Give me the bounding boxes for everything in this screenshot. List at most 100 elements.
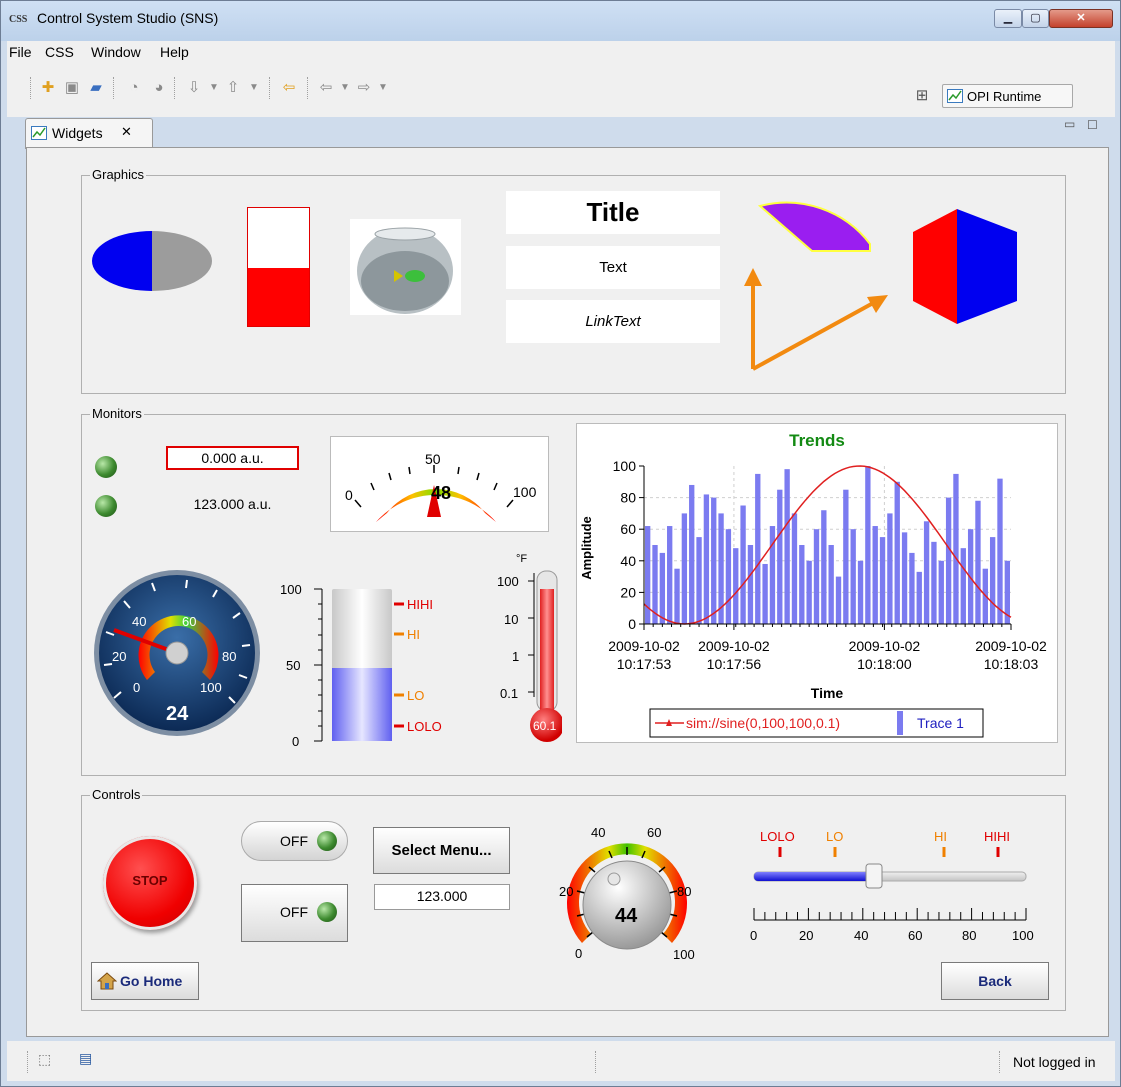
tank-tick-label: 0 xyxy=(292,734,299,749)
fast-view-icon[interactable]: ⬚ xyxy=(38,1051,51,1068)
thermometer-tick-label: 10 xyxy=(504,612,518,627)
rectangle-widget xyxy=(247,207,310,327)
trace-bar xyxy=(879,537,886,624)
toolbar-separator xyxy=(307,77,309,99)
open-folder-icon[interactable]: ▰ xyxy=(87,79,105,97)
slider-tick-label: 100 xyxy=(1012,928,1034,943)
trace-bar xyxy=(975,500,981,624)
chevron-down-icon[interactable]: ▼ xyxy=(336,79,354,97)
trace-bar xyxy=(835,576,842,624)
stop-button-label: STOP xyxy=(132,873,168,888)
thermometer-value: 60.1 xyxy=(533,719,557,733)
slider-tick-label: 60 xyxy=(908,928,922,943)
gauge-tick-label: 60 xyxy=(182,614,196,629)
tank-fill xyxy=(332,668,392,741)
search-previous-icon[interactable]: ◕ xyxy=(150,79,168,97)
trace-bar xyxy=(703,494,710,624)
save-icon[interactable]: ▣ xyxy=(63,79,81,97)
knob-tick-label: 20 xyxy=(559,884,573,899)
arrow-widgets xyxy=(744,268,888,371)
status-separator xyxy=(999,1051,1001,1073)
previous-annotation-icon[interactable]: ⇧ xyxy=(224,79,242,97)
trace-bar xyxy=(799,545,805,624)
link-label[interactable]: LinkText xyxy=(506,300,720,343)
trace-bar xyxy=(681,513,688,624)
x-tick-label: 10:17:56 xyxy=(707,656,762,672)
chevron-down-icon[interactable]: ▼ xyxy=(205,79,223,97)
x-tick-label: 10:18:00 xyxy=(857,656,912,672)
back-arrow-icon[interactable]: ⇦ xyxy=(317,79,335,97)
tank-tick-label: 100 xyxy=(280,582,302,597)
minimize-button[interactable]: ▁ xyxy=(994,9,1022,28)
trace-bar xyxy=(806,560,812,624)
knob-widget[interactable]: 44 0 20 40 60 80 100 xyxy=(557,821,697,961)
trace-bar xyxy=(762,563,768,624)
search-icon[interactable]: ◔ xyxy=(125,79,143,97)
trace-bar xyxy=(813,529,820,624)
maximize-icon: ▢ xyxy=(1030,12,1041,24)
close-button[interactable]: ✕ xyxy=(1049,9,1113,28)
menu-window[interactable]: Window xyxy=(91,44,141,60)
alarm-label-hi: HI xyxy=(934,829,947,844)
menu-css[interactable]: CSS xyxy=(45,44,74,60)
meter-value: 48 xyxy=(431,483,452,503)
thermometer-tick-label: 0.1 xyxy=(500,686,518,701)
menu-file[interactable]: File xyxy=(9,44,32,60)
stop-button[interactable]: STOP xyxy=(103,836,197,930)
forward-arrow-icon[interactable]: ⇨ xyxy=(355,79,373,97)
select-menu-button[interactable]: Select Menu... xyxy=(373,827,510,874)
chart-legend: sim://sine(0,100,100,0.1) Trace 1 xyxy=(649,708,984,738)
tab-label: Widgets xyxy=(52,125,103,141)
slider-thumb[interactable] xyxy=(865,863,883,889)
maximize-view-icon[interactable]: ☐ xyxy=(1087,118,1098,132)
toolbar-separator xyxy=(113,77,115,99)
open-perspective-icon[interactable]: ⊞ xyxy=(913,87,931,105)
knob-tick-label: 100 xyxy=(673,947,695,961)
meter-tick-label: 50 xyxy=(425,451,441,467)
toggle-button[interactable]: OFF xyxy=(241,884,348,942)
trace-bar xyxy=(931,541,937,624)
toggle-button[interactable]: OFF xyxy=(241,821,348,861)
close-icon[interactable]: ✕ xyxy=(121,124,132,140)
trace-bar xyxy=(828,545,834,624)
status-separator xyxy=(595,1051,597,1073)
next-annotation-icon[interactable]: ⇩ xyxy=(185,79,203,97)
menu-help[interactable]: Help xyxy=(160,44,189,60)
window-title: Control System Studio (SNS) xyxy=(37,10,219,26)
maximize-button[interactable]: ▢ xyxy=(1022,9,1049,28)
trace-bar xyxy=(901,532,908,624)
fishbowl-image xyxy=(350,219,461,315)
trace-bar xyxy=(740,505,746,624)
toggle-label: OFF xyxy=(280,904,308,920)
tab-widgets[interactable]: Widgets ✕ xyxy=(25,118,153,149)
monitors-group: Monitors 0.000 a.u. 123.000 a.u. 0 50 10… xyxy=(81,406,1066,776)
gauge-tick-label: 40 xyxy=(132,614,146,629)
controls-group: Controls STOP OFF OFF Select Menu... 123… xyxy=(81,787,1066,1011)
scaled-slider[interactable]: LOLO LO HI HIHI 0 20 40 60 80 100 xyxy=(742,826,1042,946)
back-button[interactable]: Back xyxy=(941,962,1049,1000)
text-input[interactable]: 123.000 xyxy=(374,884,510,910)
trace-bar xyxy=(755,473,761,624)
back-label: Back xyxy=(978,973,1012,989)
trace-bar xyxy=(945,497,952,624)
trace-bar xyxy=(843,489,849,624)
chevron-down-icon[interactable]: ▼ xyxy=(374,79,392,97)
led-indicator xyxy=(95,495,117,517)
console-icon[interactable]: ▤ xyxy=(79,1050,92,1067)
trace-bar xyxy=(909,552,915,624)
chevron-down-icon[interactable]: ▼ xyxy=(245,79,263,97)
y-tick-label: 60 xyxy=(620,521,636,537)
trace-bar xyxy=(923,521,930,624)
trace-bar xyxy=(747,545,754,624)
perspective-button-opi-runtime[interactable]: OPI Runtime xyxy=(942,84,1073,108)
last-edit-icon[interactable]: ⇦ xyxy=(280,79,298,97)
minimize-view-icon[interactable]: ▭ xyxy=(1064,117,1075,131)
opi-display: Graphics Title Text LinkText Monitors 0.… xyxy=(26,147,1109,1037)
trend-chart: Trends 100 80 60 40 20 0 2009-10-02 10:17:53 200… xyxy=(579,431,1047,738)
thermometer-fill xyxy=(540,589,554,717)
new-icon[interactable]: ✚ xyxy=(39,79,57,97)
slider-tick-label: 20 xyxy=(799,928,813,943)
go-home-button[interactable]: Go Home xyxy=(91,962,199,1000)
text-update-value: 0.000 a.u. xyxy=(166,446,299,470)
tank-tick-label: 50 xyxy=(286,658,300,673)
